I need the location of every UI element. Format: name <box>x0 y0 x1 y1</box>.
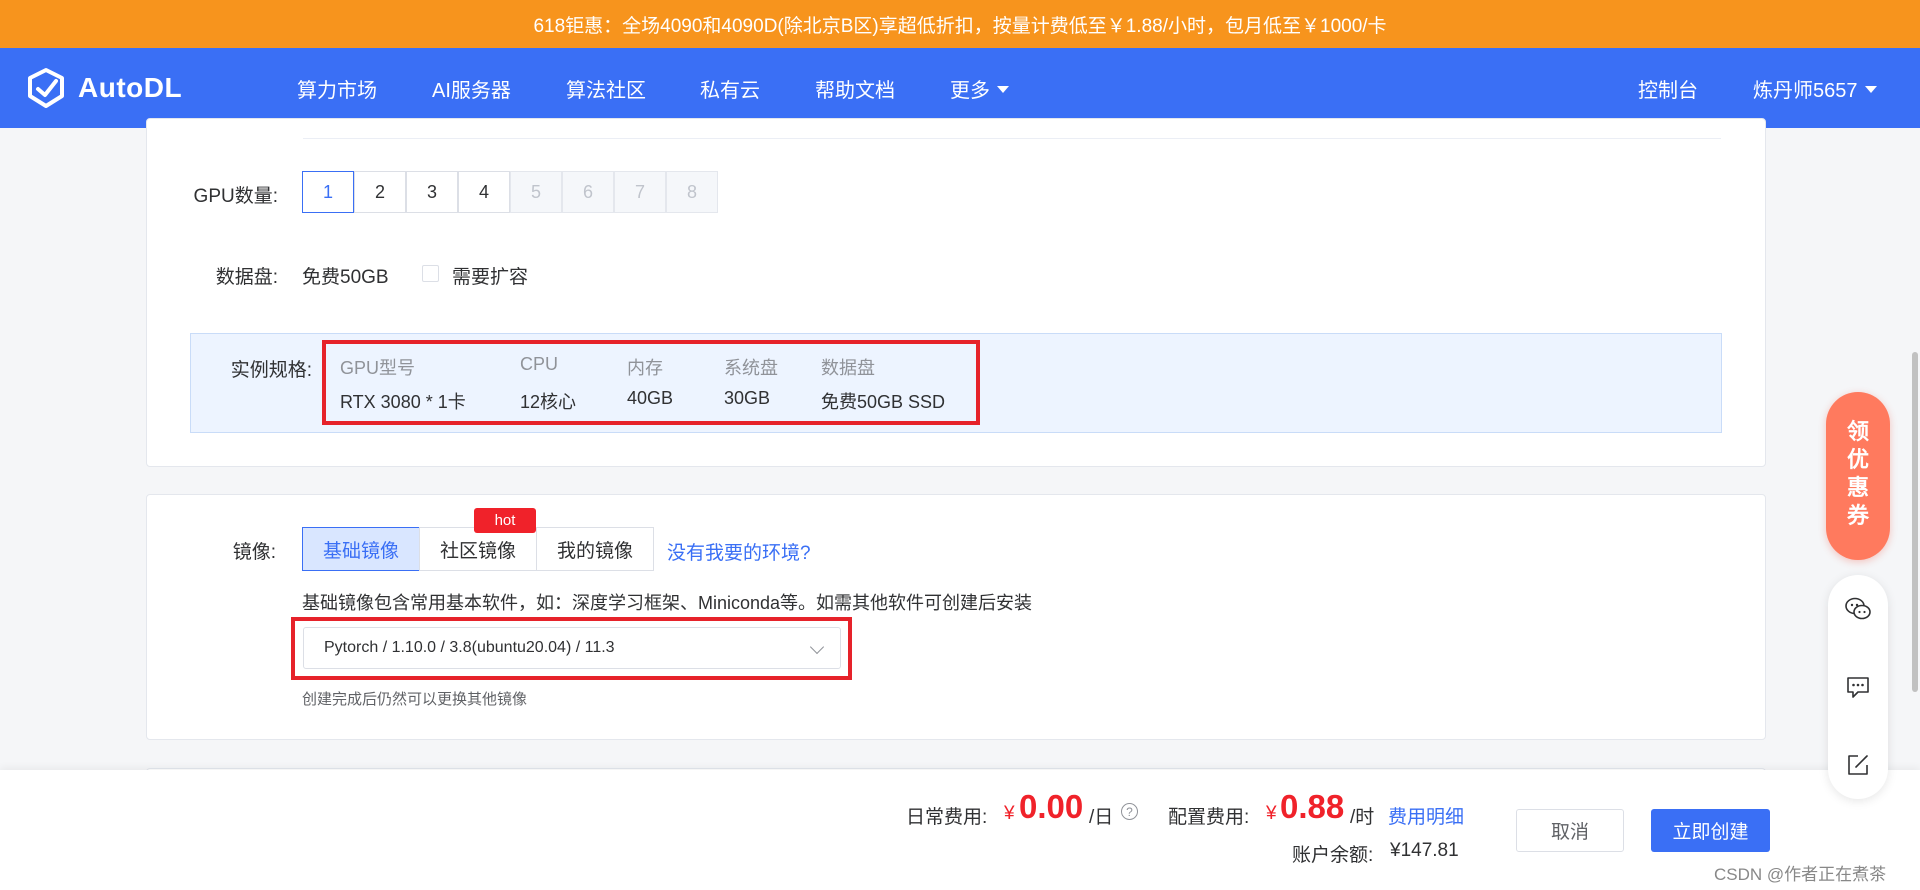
spec-header-system-disk: 系统盘 <box>724 358 778 378</box>
logo-text: AutoDL <box>78 72 183 103</box>
fee-detail-link[interactable]: 费用明细 <box>1388 802 1464 829</box>
balance-value: ¥147.81 <box>1390 840 1459 861</box>
spec-value-data-disk: 免费50GB SSD <box>821 392 946 412</box>
nav-more-label: 更多 <box>950 79 990 102</box>
side-tool-panel <box>1828 575 1888 799</box>
gpu-count-label: GPU数量: <box>193 186 278 207</box>
coupon-widget[interactable]: 领 优 惠 券 <box>1826 392 1890 560</box>
gpu-count-option-8: 8 <box>666 171 718 213</box>
promo-banner[interactable]: 618钜惠：全场4090和4090D(除北京B区)享超低折扣，按量计费低至￥1.… <box>0 0 1920 48</box>
username: 炼丹师5657 <box>1753 79 1858 102</box>
coupon-char: 优 <box>1846 447 1869 472</box>
spec-value-gpu-model: RTX 3080 * 1卡 <box>340 392 466 412</box>
spec-value-memory: 40GB <box>627 388 674 408</box>
nav-item-algorithm-community[interactable]: 算法社区 <box>566 48 646 128</box>
footer-bar <box>0 770 1920 890</box>
watermark: CSDN @作者正在煮茶 <box>1714 865 1887 884</box>
autodl-logo-icon <box>28 68 64 108</box>
balance-label: 账户余额: <box>1292 845 1374 866</box>
logo[interactable]: AutoDL <box>26 64 182 112</box>
spec-value-cpu: 12核心 <box>520 392 577 412</box>
top-navbar: AutoDL 算力市场 AI服务器 算法社区 私有云 帮助文档 更多 控制台 炼… <box>0 48 1920 128</box>
spec-header-data-disk: 数据盘 <box>821 358 875 378</box>
image-select-value: Pytorch / 1.10.0 / 3.8(ubuntu20.04) / 11… <box>324 639 615 656</box>
expand-disk-checkbox[interactable] <box>422 265 439 282</box>
wechat-icon[interactable] <box>1844 595 1872 623</box>
spec-header-memory: 内存 <box>627 358 663 378</box>
coupon-char: 领 <box>1846 419 1869 444</box>
env-missing-link[interactable]: 没有我要的环境? <box>667 538 811 565</box>
spec-header-gpu-model: GPU型号 <box>340 358 416 378</box>
nav-item-private-cloud[interactable]: 私有云 <box>700 48 760 128</box>
data-disk-label: 数据盘: <box>215 267 278 288</box>
expand-disk-label[interactable]: 需要扩容 <box>452 262 528 289</box>
daily-fee-unit: /日 <box>1089 807 1114 828</box>
gpu-count-option-6: 6 <box>562 171 614 213</box>
tab-my-image[interactable]: 我的镜像 <box>536 527 654 571</box>
message-icon[interactable] <box>1844 673 1872 701</box>
currency-symbol: ¥ <box>1004 803 1015 824</box>
gpu-count-option-3[interactable]: 3 <box>406 171 458 213</box>
create-now-button[interactable]: 立即创建 <box>1651 809 1770 852</box>
tab-basic-image[interactable]: 基础镜像 <box>302 527 420 571</box>
scrollbar-thumb[interactable] <box>1912 352 1918 692</box>
spec-value-system-disk: 30GB <box>724 388 771 408</box>
coupon-char: 券 <box>1846 503 1869 528</box>
help-icon[interactable]: ? <box>1121 803 1138 820</box>
console-link[interactable]: 控制台 <box>1638 48 1698 128</box>
daily-fee-value: 0.00 <box>1019 788 1084 825</box>
user-menu[interactable]: 炼丹师5657 <box>1753 48 1877 128</box>
config-fee-value: 0.88 <box>1280 788 1345 825</box>
feedback-edit-icon[interactable] <box>1844 751 1872 779</box>
instance-spec-label: 实例规格: <box>230 360 312 381</box>
caret-down-icon <box>1864 86 1877 93</box>
promo-banner-text: 618钜惠：全场4090和4090D(除北京B区)享超低折扣，按量计费低至￥1.… <box>533 15 1387 37</box>
cancel-button[interactable]: 取消 <box>1516 809 1624 852</box>
nav-item-help-docs[interactable]: 帮助文档 <box>815 48 895 128</box>
coupon-char: 惠 <box>1846 475 1869 500</box>
image-description: 基础镜像包含常用基本软件，如：深度学习框架、Miniconda等。如需其他软件可… <box>302 593 1033 613</box>
gpu-count-option-1[interactable]: 1 <box>302 171 354 213</box>
nav-item-ai-server[interactable]: AI服务器 <box>432 48 511 128</box>
nav-item-more[interactable]: 更多 <box>950 48 1009 128</box>
tab-community-image[interactable]: 社区镜像 <box>419 527 537 571</box>
image-hint: 创建完成后仍然可以更换其他镜像 <box>302 691 528 708</box>
daily-fee-label: 日常费用: <box>906 807 988 828</box>
spec-header-cpu: CPU <box>520 354 559 374</box>
chevron-down-icon <box>809 639 825 655</box>
config-fee-unit: /时 <box>1350 807 1375 828</box>
gpu-count-option-4[interactable]: 4 <box>458 171 510 213</box>
gpu-count-option-7: 7 <box>614 171 666 213</box>
caret-down-icon <box>997 86 1009 93</box>
image-select[interactable]: Pytorch / 1.10.0 / 3.8(ubuntu20.04) / 11… <box>303 627 841 669</box>
hot-badge: hot <box>474 508 536 533</box>
image-label: 镜像: <box>232 542 276 563</box>
nav-item-compute-market[interactable]: 算力市场 <box>297 48 377 128</box>
currency-symbol: ¥ <box>1266 803 1277 824</box>
gpu-count-option-2[interactable]: 2 <box>354 171 406 213</box>
config-fee-label: 配置费用: <box>1168 807 1250 828</box>
divider <box>303 138 1721 139</box>
gpu-count-option-5: 5 <box>510 171 562 213</box>
data-disk-value: 免费50GB <box>302 267 389 288</box>
